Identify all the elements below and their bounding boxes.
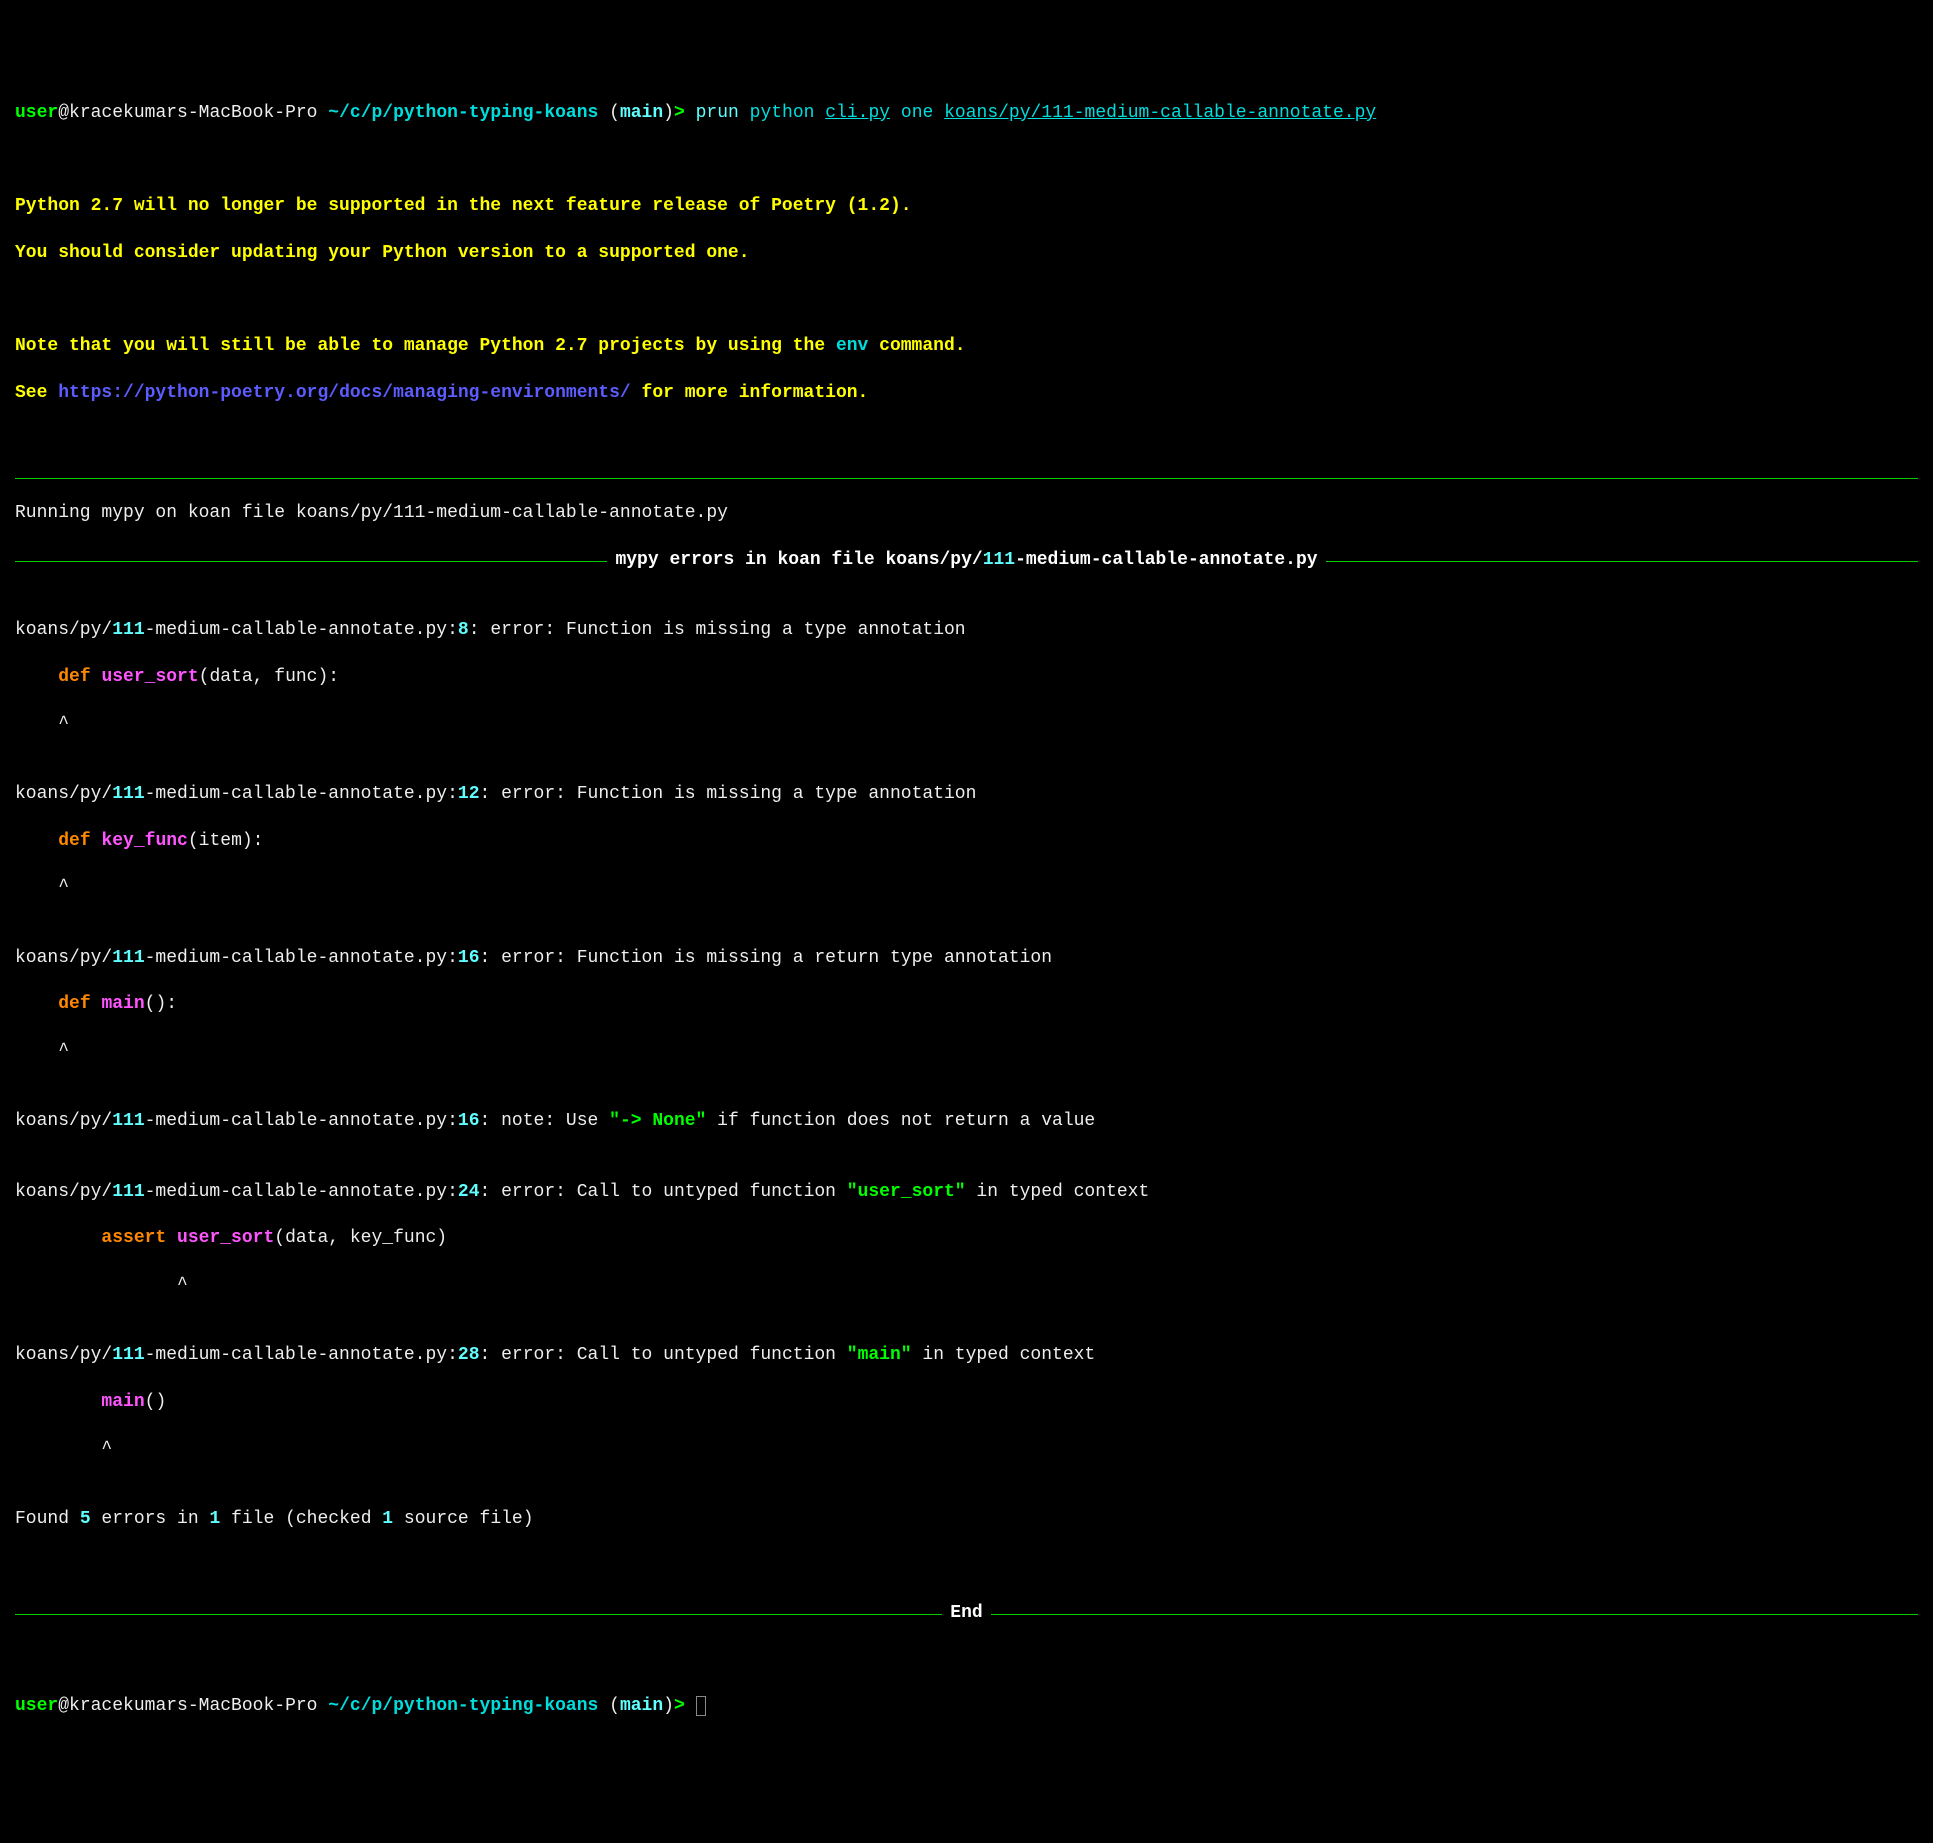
warning-line-4: See https://python-poetry.org/docs/manag… xyxy=(15,382,1918,405)
prompt-user: user xyxy=(15,103,58,123)
prompt-line-1[interactable]: user@kracekumars-MacBook-Pro ~/c/p/pytho… xyxy=(15,102,1918,125)
prompt-host: kracekumars-MacBook-Pro xyxy=(69,1696,317,1716)
prompt-line-2[interactable]: user@kracekumars-MacBook-Pro ~/c/p/pytho… xyxy=(15,1695,1918,1718)
blank-line xyxy=(15,429,1918,452)
code-line: def user_sort(data, func): xyxy=(15,666,1918,689)
end-label: End xyxy=(942,1602,990,1625)
prompt-branch-close: ) xyxy=(663,1696,674,1716)
error-line: koans/py/111-medium-callable-annotate.py… xyxy=(15,947,1918,970)
prompt-branch-open: ( xyxy=(598,1696,620,1716)
caret-line: ^ xyxy=(15,1274,1918,1297)
code-line: def main(): xyxy=(15,993,1918,1016)
prompt-path: ~/c/p/python-typing-koans xyxy=(328,1696,598,1716)
error-line: koans/py/111-medium-callable-annotate.py… xyxy=(15,1344,1918,1367)
blank-line xyxy=(15,148,1918,171)
prompt-user: user xyxy=(15,1696,58,1716)
header-separator: mypy errors in koan file koans/py/111-me… xyxy=(15,549,1918,572)
prompt-path: ~/c/p/python-typing-koans xyxy=(328,103,598,123)
error-line: koans/py/111-medium-callable-annotate.py… xyxy=(15,1181,1918,1204)
warning-line-3: Note that you will still be able to mana… xyxy=(15,335,1918,358)
prompt-branch: main xyxy=(620,1696,663,1716)
prompt-branch: main xyxy=(620,103,663,123)
summary-line: Found 5 errors in 1 file (checked 1 sour… xyxy=(15,1508,1918,1531)
prompt-branch-open: ( xyxy=(598,103,620,123)
cmd-prun: prun xyxy=(696,103,739,123)
prompt-arrow: > xyxy=(674,1696,685,1716)
blank-line xyxy=(15,1555,1918,1578)
end-separator: End xyxy=(15,1602,1918,1625)
note-line: koans/py/111-medium-callable-annotate.py… xyxy=(15,1110,1918,1133)
cmd-python: python xyxy=(750,103,815,123)
caret-line: ^ xyxy=(15,713,1918,736)
error-line: koans/py/111-medium-callable-annotate.py… xyxy=(15,783,1918,806)
code-line: assert user_sort(data, key_func) xyxy=(15,1227,1918,1250)
header-title: mypy errors in koan file koans/py/111-me… xyxy=(607,549,1325,572)
blank-line xyxy=(15,289,1918,312)
running-line: Running mypy on koan file koans/py/111-m… xyxy=(15,502,1918,525)
prompt-branch-close: ) xyxy=(663,103,674,123)
blank-line xyxy=(15,1648,1918,1671)
caret-line: ^ xyxy=(15,876,1918,899)
caret-line: ^ xyxy=(15,1040,1918,1063)
warning-line-1: Python 2.7 will no longer be supported i… xyxy=(15,195,1918,218)
prompt-at: @ xyxy=(58,1696,69,1716)
code-line: def key_func(item): xyxy=(15,830,1918,853)
prompt-arrow: > xyxy=(674,103,685,123)
error-line: koans/py/111-medium-callable-annotate.py… xyxy=(15,619,1918,642)
caret-line: ^ xyxy=(15,1438,1918,1461)
code-line: main() xyxy=(15,1391,1918,1414)
cursor-icon xyxy=(696,1696,706,1716)
poetry-link[interactable]: https://python-poetry.org/docs/managing-… xyxy=(58,383,631,403)
separator-line xyxy=(15,476,1918,479)
cmd-cli: cli.py xyxy=(825,103,890,123)
cmd-file: koans/py/111-medium-callable-annotate.py xyxy=(944,103,1376,123)
prompt-at: @ xyxy=(58,103,69,123)
prompt-host: kracekumars-MacBook-Pro xyxy=(69,103,317,123)
cmd-one: one xyxy=(901,103,933,123)
warning-line-2: You should consider updating your Python… xyxy=(15,242,1918,265)
